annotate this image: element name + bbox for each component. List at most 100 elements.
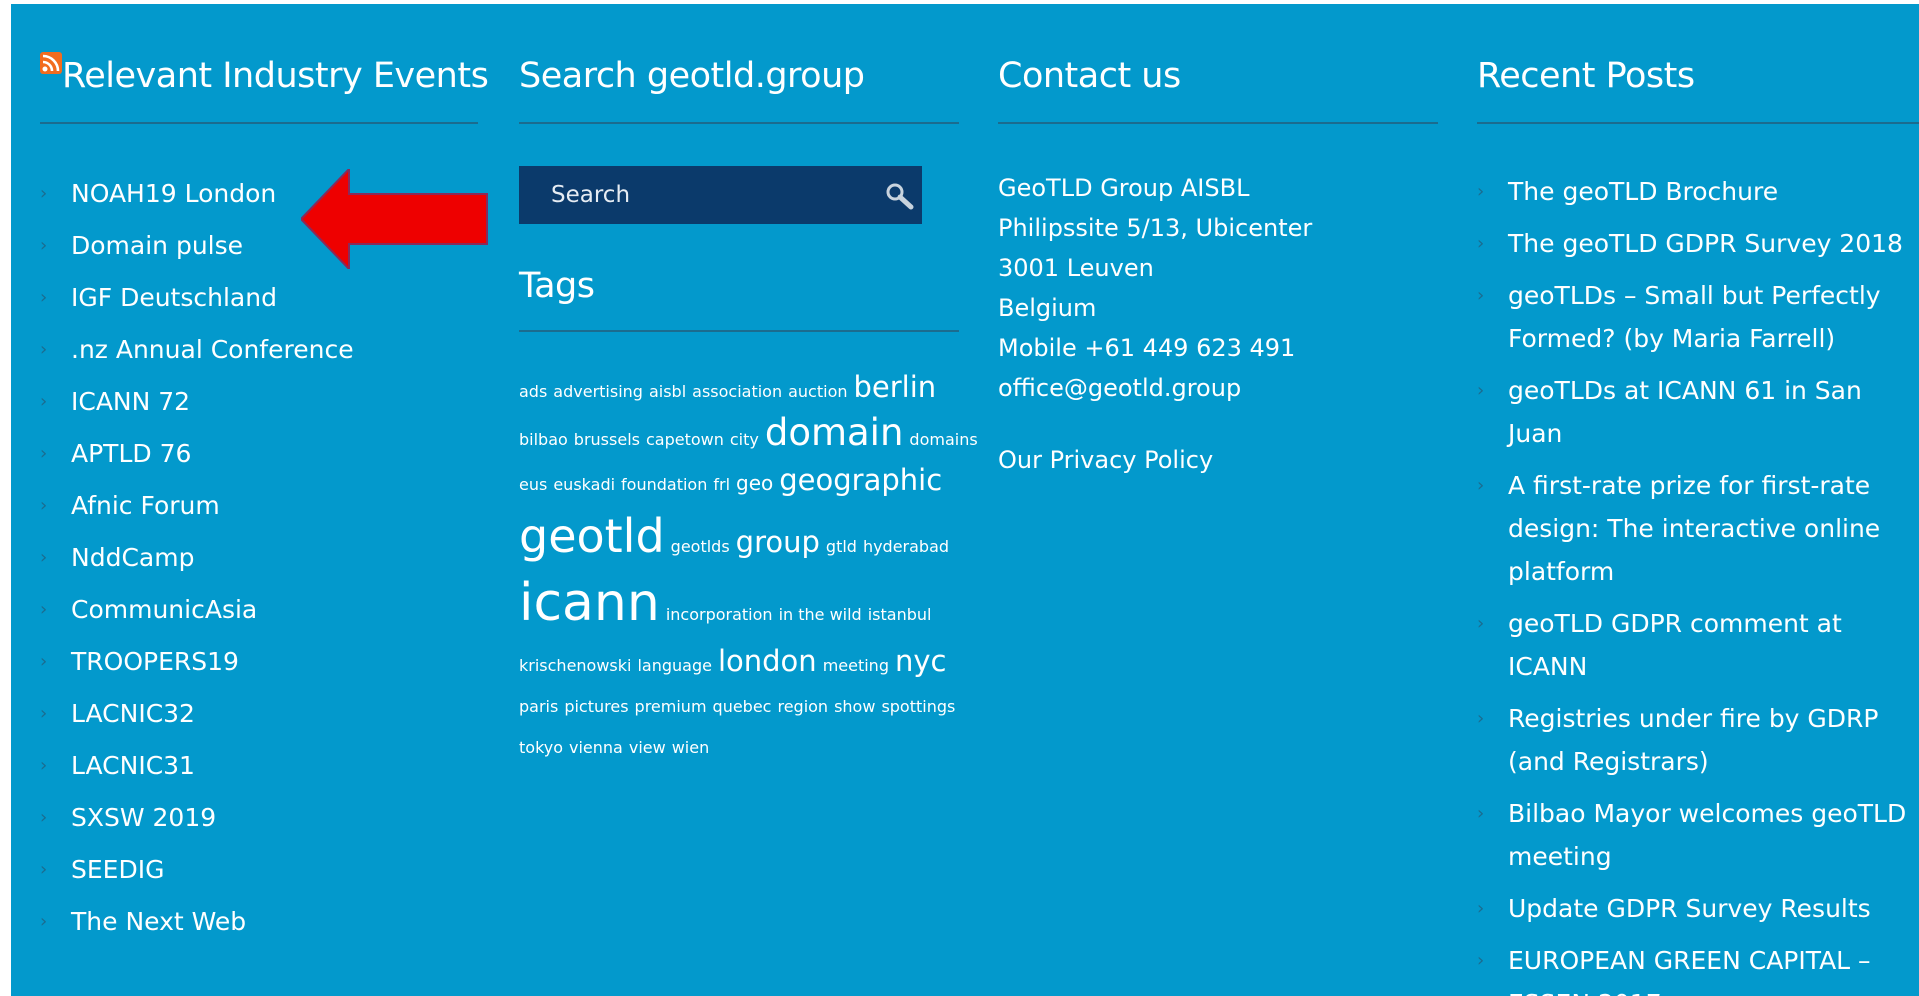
tag-link[interactable]: geographic (779, 463, 942, 497)
rss-icon[interactable] (40, 52, 62, 74)
tag-link[interactable]: bilbao (519, 430, 568, 449)
list-item-link[interactable]: geoTLD GDPR comment at ICANN (1508, 609, 1842, 681)
list-item[interactable]: › NddCamp (40, 532, 354, 584)
list-item-link[interactable]: geoTLDs – Small but Perfectly Formed? (b… (1508, 281, 1881, 353)
tag-link[interactable]: meeting (823, 656, 889, 675)
tag-link[interactable]: domain (765, 411, 904, 454)
list-item[interactable]: › SEEDIG (40, 844, 354, 896)
tag-link[interactable]: quebec (713, 697, 772, 716)
list-item-link[interactable]: Domain pulse (71, 231, 243, 260)
tag-link[interactable]: language (637, 656, 712, 675)
tag-link[interactable]: view (629, 738, 666, 757)
list-item-link[interactable]: SEEDIG (71, 855, 164, 884)
list-item[interactable]: › ICANN 72 (40, 376, 354, 428)
list-item[interactable]: › Bilbao Mayor welcomes geoTLD meeting (1477, 792, 1919, 878)
list-item[interactable]: › APTLD 76 (40, 428, 354, 480)
tag-link[interactable]: euskadi (553, 475, 615, 494)
list-item-link[interactable]: ICANN 72 (71, 387, 190, 416)
list-item-link[interactable]: Update GDPR Survey Results (1508, 894, 1871, 923)
tag-link[interactable]: spottings (881, 697, 955, 716)
tag-link[interactable]: istanbul (868, 605, 932, 624)
list-item-link[interactable]: geoTLDs at ICANN 61 in San Juan (1508, 376, 1862, 448)
tag-link[interactable]: in the wild (779, 605, 862, 624)
site-footer: Relevant Industry Events › NOAH19 London ›… (11, 4, 1919, 996)
tag-link[interactable]: eus (519, 475, 547, 494)
search-input[interactable] (519, 166, 869, 224)
list-item[interactable]: › Registries under fire by GDRP (and Regi… (1477, 697, 1919, 783)
list-item[interactable]: › Afnic Forum (40, 480, 354, 532)
tag-link[interactable]: group (736, 525, 820, 559)
tag-link[interactable]: vienna (569, 738, 623, 757)
tag-link[interactable]: ads (519, 382, 547, 401)
list-item-link[interactable]: The Next Web (71, 907, 246, 936)
privacy-policy-link[interactable]: Our Privacy Policy (998, 440, 1312, 480)
list-item[interactable]: › IGF Deutschland (40, 272, 354, 324)
list-item-link[interactable]: NOAH19 London (71, 179, 276, 208)
tag-link[interactable]: show (834, 697, 875, 716)
tag-link[interactable]: pictures (564, 697, 628, 716)
tag-link[interactable]: berlin (854, 370, 937, 404)
list-item-link[interactable]: LACNIC32 (71, 699, 195, 728)
list-item[interactable]: › geoTLDs – Small but Perfectly Formed? (… (1477, 274, 1919, 360)
tag-link[interactable]: geotlds (671, 537, 730, 556)
list-item[interactable]: › CommunicAsia (40, 584, 354, 636)
tag-link[interactable]: geo (736, 471, 773, 495)
tag-link[interactable]: tokyo (519, 738, 563, 757)
tag-link[interactable]: foundation (621, 475, 707, 494)
tag-link[interactable]: capetown (646, 430, 724, 449)
list-item[interactable]: › geoTLD GDPR comment at ICANN (1477, 602, 1919, 688)
tag-link[interactable]: geotld (519, 509, 665, 563)
tag-link[interactable]: frl (713, 475, 730, 494)
list-item-link[interactable]: A first-rate prize for first-rate design… (1508, 471, 1880, 586)
tag-link[interactable]: auction (788, 382, 847, 401)
events-title[interactable]: Relevant Industry Events (62, 56, 489, 96)
list-item[interactable]: › EUROPEAN GREEN CAPITAL – ESSEN 2017 (1477, 939, 1919, 996)
tag-link[interactable]: london (718, 644, 817, 678)
list-item-link[interactable]: APTLD 76 (71, 439, 191, 468)
tag-link[interactable]: hyderabad (863, 537, 949, 556)
list-item[interactable]: › The Next Web (40, 896, 354, 948)
tag-link[interactable]: premium (635, 697, 707, 716)
tag-link[interactable]: association (692, 382, 782, 401)
list-item[interactable]: › The geoTLD GDPR Survey 2018 (1477, 222, 1919, 265)
contact-email[interactable]: office@geotld.group (998, 368, 1312, 408)
tag-link[interactable]: city (730, 430, 759, 449)
events-list: › NOAH19 London › Domain pulse › IGF Deutschl… (40, 168, 354, 948)
list-item-link[interactable]: Afnic Forum (71, 491, 220, 520)
list-item[interactable]: › .nz Annual Conference (40, 324, 354, 376)
list-item-link[interactable]: NddCamp (71, 543, 194, 572)
list-item-link[interactable]: EUROPEAN GREEN CAPITAL – ESSEN 2017 (1508, 946, 1871, 996)
list-item[interactable]: › Update GDPR Survey Results (1477, 887, 1919, 930)
tag-link[interactable]: region (777, 697, 828, 716)
list-item-link[interactable]: TROOPERS19 (71, 647, 239, 676)
tag-link[interactable]: paris (519, 697, 558, 716)
list-item-link[interactable]: The geoTLD Brochure (1508, 177, 1778, 206)
list-item-link[interactable]: CommunicAsia (71, 595, 257, 624)
list-item[interactable]: › The geoTLD Brochure (1477, 170, 1919, 213)
tag-link[interactable]: domains (909, 430, 977, 449)
list-item-link[interactable]: IGF Deutschland (71, 283, 277, 312)
list-item-link[interactable]: The geoTLD GDPR Survey 2018 (1508, 229, 1903, 258)
contact-country: Belgium (998, 294, 1097, 322)
list-item-link[interactable]: SXSW 2019 (71, 803, 216, 832)
list-item[interactable]: › TROOPERS19 (40, 636, 354, 688)
search-icon[interactable] (884, 181, 916, 211)
list-item[interactable]: › A first-rate prize for first-rate desig… (1477, 464, 1919, 593)
list-item-link[interactable]: Bilbao Mayor welcomes geoTLD meeting (1508, 799, 1906, 871)
list-item-link[interactable]: Registries under fire by GDRP (and Regis… (1508, 704, 1879, 776)
tag-link[interactable]: icann (519, 573, 660, 633)
tag-link[interactable]: gtld (826, 537, 857, 556)
list-item[interactable]: › LACNIC31 (40, 740, 354, 792)
list-item-link[interactable]: .nz Annual Conference (71, 335, 354, 364)
list-item[interactable]: › SXSW 2019 (40, 792, 354, 844)
tag-link[interactable]: aisbl (649, 382, 686, 401)
tag-link[interactable]: wien (672, 738, 710, 757)
tag-link[interactable]: brussels (574, 430, 640, 449)
tag-link[interactable]: incorporation (666, 605, 773, 624)
list-item-link[interactable]: LACNIC31 (71, 751, 195, 780)
tag-link[interactable]: nyc (895, 644, 947, 678)
tag-link[interactable]: advertising (553, 382, 643, 401)
list-item[interactable]: › LACNIC32 (40, 688, 354, 740)
list-item[interactable]: › geoTLDs at ICANN 61 in San Juan (1477, 369, 1919, 455)
tag-link[interactable]: krischenowski (519, 656, 631, 675)
